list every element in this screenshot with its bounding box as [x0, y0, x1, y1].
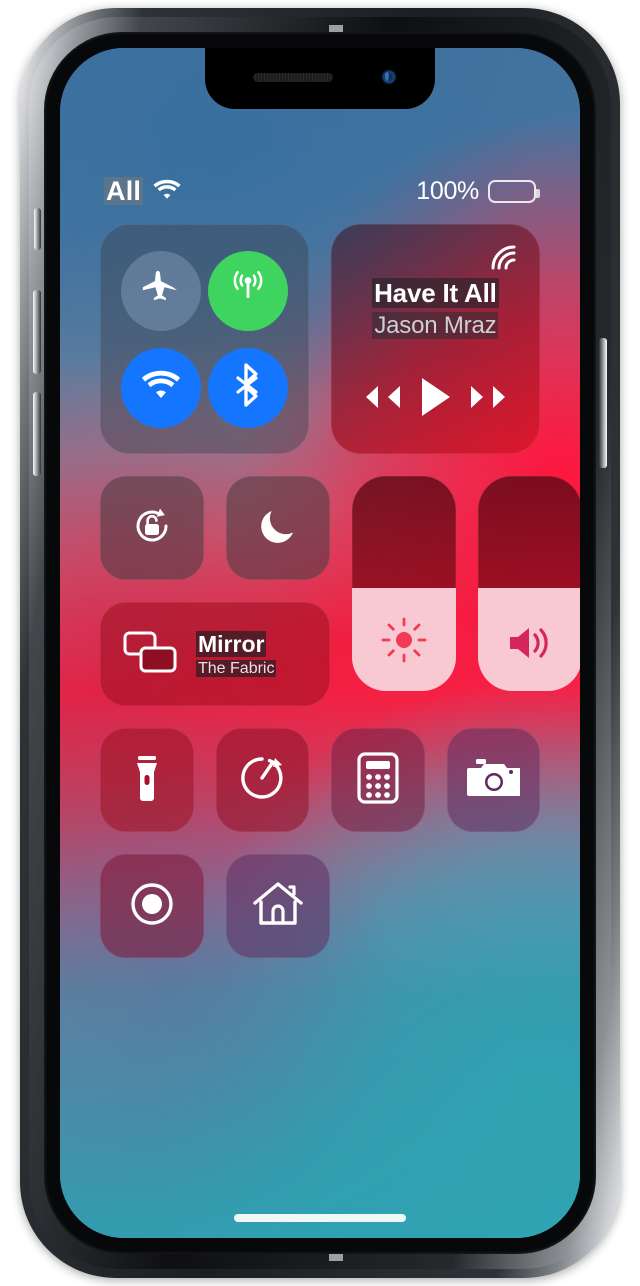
do-not-disturb-toggle[interactable]: [226, 476, 330, 580]
status-bar: All 100%: [60, 172, 580, 210]
phone-frame-inner: All 100% Have It All Jason Mraz Mirror T…: [29, 17, 611, 1269]
home-indicator[interactable]: [234, 1214, 406, 1222]
carrier-label: All: [104, 175, 144, 206]
screen-mirroring-subtitle: The Fabric: [196, 659, 277, 677]
rewind-icon[interactable]: [356, 381, 402, 418]
timer-button[interactable]: [215, 728, 309, 832]
speaker-wave-icon: [478, 621, 580, 665]
airplane-icon: [141, 268, 181, 313]
now-playing-panel[interactable]: Have It All Jason Mraz: [330, 224, 540, 454]
calculator-icon: [357, 751, 399, 809]
earpiece-speaker-icon: [253, 73, 333, 82]
home-app-button[interactable]: [226, 854, 330, 958]
now-playing-artist: Jason Mraz: [372, 312, 499, 339]
screenshot-stage: All 100% Have It All Jason Mraz Mirror T…: [0, 0, 640, 1286]
wifi-icon: [152, 178, 182, 205]
playback-controls: [331, 375, 540, 424]
timer-icon: [237, 753, 287, 808]
wifi-toggle[interactable]: [121, 347, 202, 428]
flashlight-toggle[interactable]: [100, 728, 194, 832]
mute-switch[interactable]: [34, 208, 41, 250]
connectivity-panel: [100, 224, 309, 454]
screen-mirroring-title: Mirror: [196, 630, 267, 657]
wifi-icon: [140, 369, 182, 406]
volume-down-button[interactable]: [33, 392, 41, 476]
airplane-mode-toggle[interactable]: [121, 250, 202, 331]
fast-forward-icon[interactable]: [469, 381, 515, 418]
battery-percent-label: 100%: [416, 176, 479, 205]
screen-mirroring-icon: [122, 629, 180, 680]
phone-frame: All 100% Have It All Jason Mraz Mirror T…: [20, 8, 620, 1278]
power-button[interactable]: [599, 338, 607, 468]
camera-button[interactable]: [446, 728, 540, 832]
bluetooth-toggle[interactable]: [207, 347, 288, 428]
record-icon: [126, 878, 178, 935]
play-icon[interactable]: [416, 375, 454, 424]
house-icon: [251, 879, 305, 934]
control-center: Have It All Jason Mraz Mirror The Fabric: [60, 224, 580, 958]
airplay-audio-icon[interactable]: [488, 242, 518, 277]
cellular-antenna-icon: [227, 267, 269, 314]
antenna-line-top: [329, 25, 343, 32]
screen-recording-button[interactable]: [100, 854, 204, 958]
screen-mirroring-tile[interactable]: Mirror The Fabric: [100, 602, 330, 706]
rotation-lock-open-icon: [126, 500, 178, 557]
brightness-slider[interactable]: [352, 476, 456, 691]
phone-screen: All 100% Have It All Jason Mraz Mirror T…: [60, 48, 580, 1238]
antenna-line-bottom: [329, 1254, 343, 1261]
volume-up-button[interactable]: [33, 290, 41, 374]
phone-bezel: All 100% Have It All Jason Mraz Mirror T…: [44, 32, 596, 1254]
now-playing-title: Have It All: [372, 278, 499, 308]
cellular-data-toggle[interactable]: [207, 250, 288, 331]
notch: [205, 48, 435, 109]
volume-slider[interactable]: [478, 476, 580, 691]
moon-icon: [256, 504, 300, 553]
battery-icon: [488, 179, 540, 203]
front-camera-icon: [381, 69, 397, 85]
flashlight-icon: [124, 752, 170, 809]
rotation-lock-toggle[interactable]: [100, 476, 204, 580]
bluetooth-icon: [233, 363, 263, 412]
camera-icon: [466, 756, 522, 805]
calculator-button[interactable]: [331, 728, 425, 832]
sun-icon: [352, 615, 456, 665]
